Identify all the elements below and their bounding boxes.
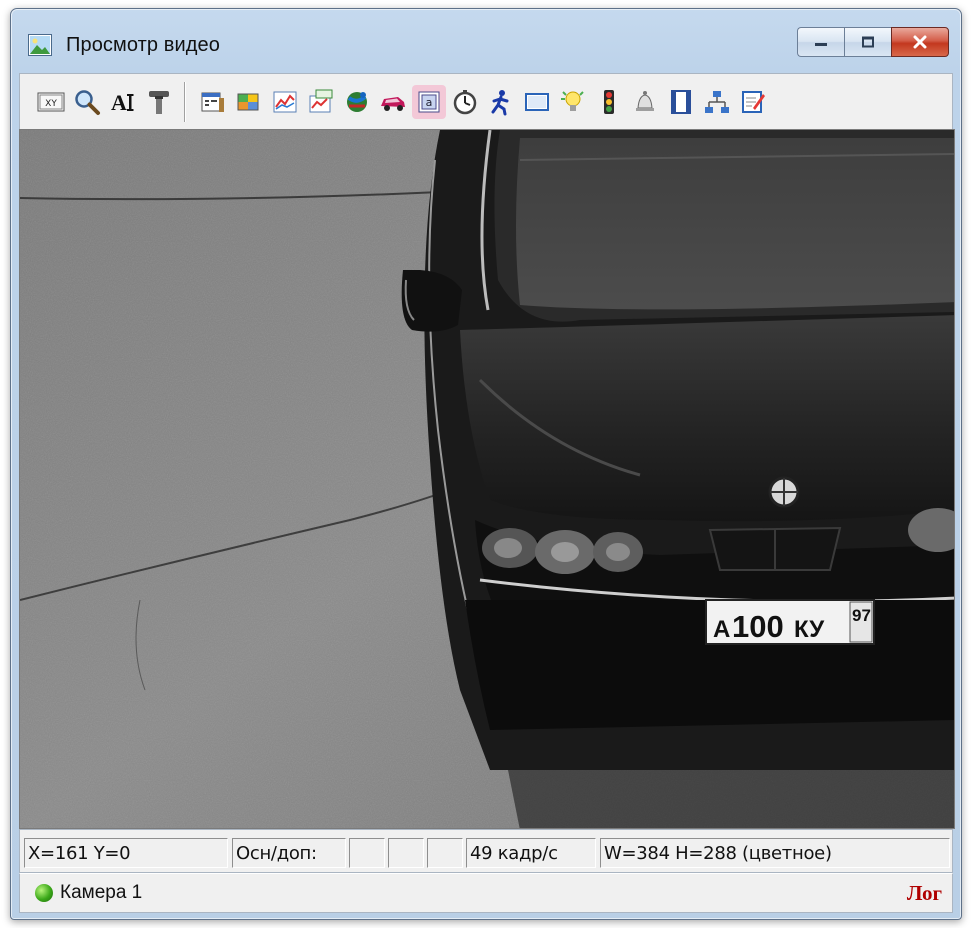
- plate-recognition-icon[interactable]: a: [412, 85, 446, 119]
- picture-app-icon: [28, 34, 52, 56]
- status-bar: X=161 Y=0 Осн/доп: 49 кадр/с W=384 H=288…: [19, 829, 953, 873]
- minimize-button[interactable]: [797, 27, 844, 57]
- globe-network-icon[interactable]: [340, 85, 374, 119]
- resolution-readout: W=384 H=288 (цветное): [600, 838, 950, 868]
- camera-status-icon: [35, 884, 53, 902]
- plate-letters-ky: КУ: [794, 616, 825, 643]
- license-plate: А 100 КУ 97: [705, 599, 875, 645]
- plate-region: 97: [852, 606, 871, 625]
- fps-readout: 49 кадр/с: [466, 838, 596, 868]
- tools-icon[interactable]: [142, 85, 176, 119]
- running-man-icon[interactable]: [484, 85, 518, 119]
- stopwatch-icon[interactable]: [448, 85, 482, 119]
- svg-text:a: a: [426, 96, 433, 109]
- xy-coords-icon[interactable]: XY: [34, 85, 68, 119]
- toolbar-separator: [184, 82, 186, 122]
- status-slot-2: [388, 838, 424, 868]
- window-title: Просмотр видео: [66, 34, 221, 56]
- window-frame-icon[interactable]: [520, 85, 554, 119]
- coords-readout: X=161 Y=0: [24, 838, 228, 868]
- window-controls: [797, 27, 949, 57]
- title-bar[interactable]: Просмотр видео: [11, 9, 961, 73]
- close-icon: [912, 35, 928, 49]
- status-slot-3: [427, 838, 463, 868]
- camera-label[interactable]: Камера 1: [60, 882, 142, 904]
- camera-bar: Камера 1 Лог: [19, 873, 953, 913]
- film-icon[interactable]: [664, 85, 698, 119]
- traffic-light-icon[interactable]: [592, 85, 626, 119]
- svg-text:A: A: [111, 90, 127, 115]
- main-extra-label: Осн/доп:: [232, 838, 346, 868]
- toolbar: XY A a: [19, 73, 953, 129]
- edit-notes-icon[interactable]: [736, 85, 770, 119]
- graph-icon[interactable]: [268, 85, 302, 119]
- magnifier-icon[interactable]: [70, 85, 104, 119]
- plate-letter-a: А: [713, 616, 730, 643]
- car-icon[interactable]: [376, 85, 410, 119]
- bell-icon[interactable]: [628, 85, 662, 119]
- properties-icon[interactable]: [196, 85, 230, 119]
- light-bulb-icon[interactable]: [556, 85, 590, 119]
- minimize-icon: [814, 37, 828, 47]
- maximize-button[interactable]: [844, 27, 891, 57]
- status-slot-1: [349, 838, 385, 868]
- graph-settings-icon[interactable]: [304, 85, 338, 119]
- close-button[interactable]: [891, 27, 949, 57]
- plate-digits: 100: [732, 609, 784, 644]
- palette-icon[interactable]: [232, 85, 266, 119]
- network-nodes-icon[interactable]: [700, 85, 734, 119]
- svg-text:XY: XY: [45, 99, 57, 109]
- video-viewer-window: Просмотр видео XY A a А 100 КУ 97 X=161 …: [10, 8, 962, 920]
- video-frame[interactable]: А 100 КУ 97: [19, 129, 955, 829]
- log-link[interactable]: Лог: [907, 881, 942, 906]
- text-font-icon[interactable]: A: [106, 85, 140, 119]
- maximize-icon: [861, 36, 875, 48]
